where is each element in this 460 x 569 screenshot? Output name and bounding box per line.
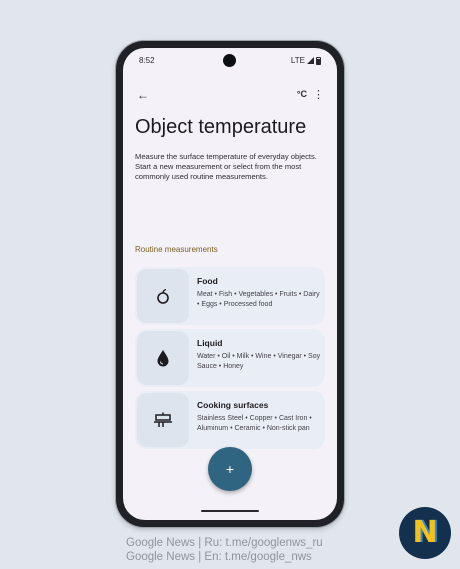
status-bar: 8:52 LTE <box>123 48 337 74</box>
add-icon: + <box>225 461 235 477</box>
network-label: LTE <box>290 56 305 65</box>
card-title: Food <box>197 276 218 286</box>
cooktop-icon <box>154 412 172 427</box>
card-title: Liquid <box>197 338 223 348</box>
water-drop-icon <box>157 350 169 367</box>
status-icons: LTE <box>291 56 321 65</box>
card-subtitle: Stainless Steel • Copper • Cast Iron • A… <box>197 415 312 432</box>
back-arrow-icon[interactable]: ← <box>137 88 149 102</box>
watermark-text: Google News | Ru: t.me/googlenws_ru Goog… <box>126 536 323 564</box>
routine-card-liquid[interactable]: Liquid Water • Oil • Milk • Wine • Vineg… <box>135 329 325 387</box>
phone-screen: 8:52 LTE ← °C ⋮ Object temperature Measu… <box>123 48 337 520</box>
phone-frame: 8:52 LTE ← °C ⋮ Object temperature Measu… <box>116 41 344 527</box>
card-subtitle: Water • Oil • Milk • Wine • Vinegar • So… <box>197 353 321 370</box>
page-title: Object temperature <box>135 116 307 138</box>
new-measurement-button[interactable]: + <box>208 447 252 491</box>
card-subtitle: Meat • Fish • Vegetables • Fruits • Dair… <box>197 291 320 308</box>
section-label: Routine measurements <box>135 245 218 254</box>
page-description: Measure the surface temperature of every… <box>135 152 317 181</box>
routine-card-cooking-surfaces[interactable]: Cooking surfaces Stainless Steel • Coppe… <box>135 391 325 449</box>
routine-card-food[interactable]: Food Meat • Fish • Vegetables • Fruits •… <box>135 267 325 325</box>
card-title: Cooking surfaces <box>197 400 269 410</box>
app-bar: ← °C ⋮ <box>123 86 337 106</box>
status-time: 8:52 <box>139 56 155 65</box>
liquid-icon-box <box>137 331 189 385</box>
home-indicator[interactable] <box>201 510 259 512</box>
temperature-unit-button[interactable]: °C <box>297 89 307 99</box>
logo-letter: N <box>412 515 438 550</box>
battery-icon <box>316 56 321 65</box>
watermark-line-ru: Google News | Ru: t.me/googlenws_ru <box>126 537 323 549</box>
cooking-icon-box <box>137 393 189 447</box>
more-options-icon[interactable]: ⋮ <box>313 88 324 101</box>
signal-icon <box>307 57 314 64</box>
food-icon-box <box>137 269 189 323</box>
camera-cutout <box>223 54 236 67</box>
watermark-line-en: Google News | En: t.me/google_nws <box>126 551 312 563</box>
channel-logo: N <box>399 507 451 559</box>
apple-icon <box>157 288 169 304</box>
